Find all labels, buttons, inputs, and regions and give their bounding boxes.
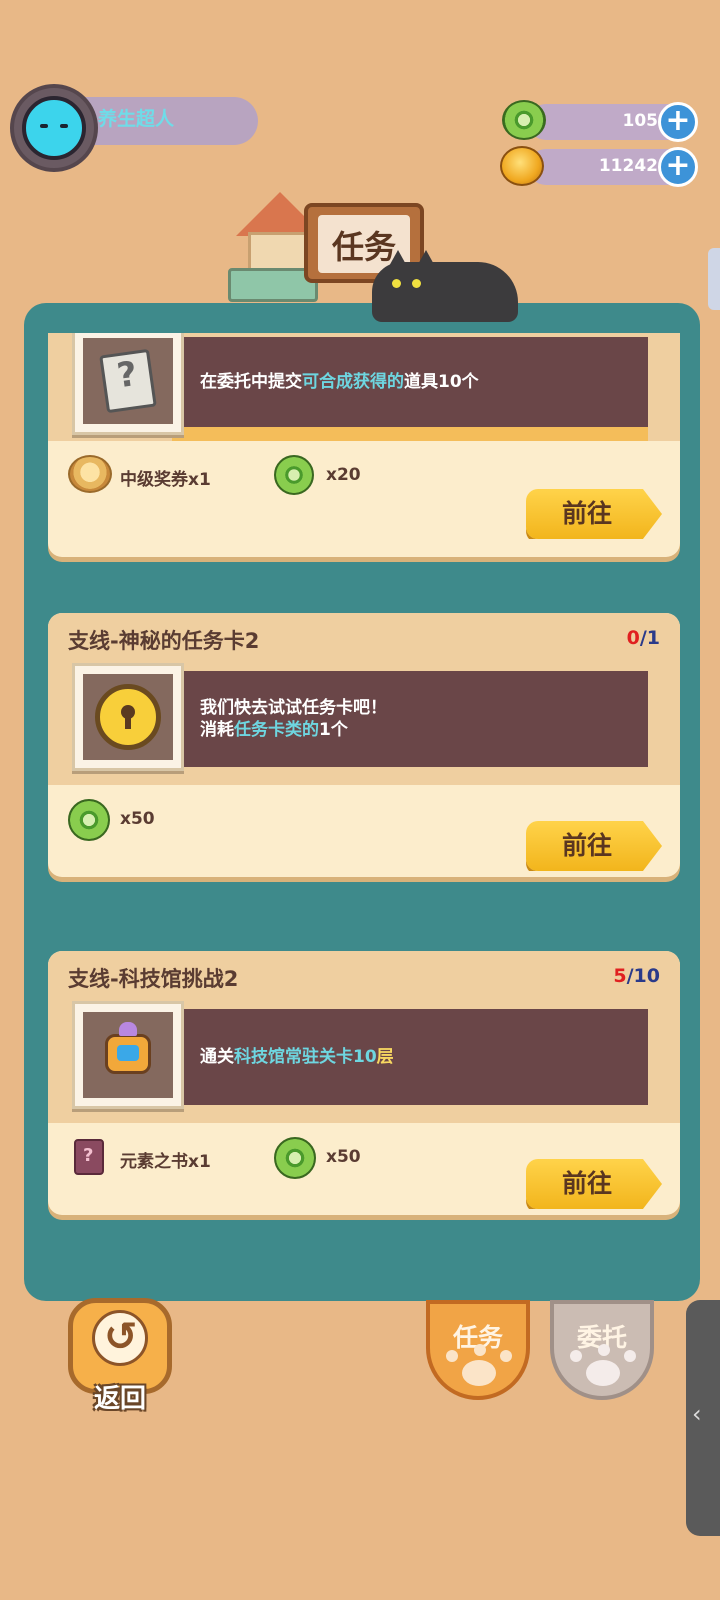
reward-label: x50 — [326, 1147, 361, 1167]
element-book-icon — [74, 1139, 104, 1175]
task-description: 通关科技馆常驻关卡10层 — [200, 1047, 394, 1067]
task-icon-frame — [72, 663, 184, 771]
ticket-icon — [68, 455, 112, 493]
robot-icon — [105, 1034, 151, 1074]
reward-label: 元素之书x1 — [120, 1152, 211, 1172]
task-description-box: 在委托中提交可合成获得的道具10个 — [180, 337, 648, 427]
task-description: 在委托中提交可合成获得的道具10个 — [200, 372, 479, 392]
cat-ear-right — [416, 250, 436, 268]
avatar[interactable] — [22, 96, 86, 160]
paw-toe — [500, 1350, 512, 1362]
cat-decoration — [372, 262, 518, 322]
paw-toe — [446, 1350, 458, 1362]
green-coin-icon — [502, 100, 546, 140]
cat-ear-left — [388, 250, 408, 268]
task-card: 支线-神秘的任务卡2 0/1 我们快去试试任务卡吧！ 消耗任务卡类的1个 x50… — [48, 613, 680, 877]
gold-coin-icon — [500, 146, 544, 186]
side-edge-decoration — [708, 248, 720, 310]
reward-label: x20 — [326, 465, 361, 485]
add-green-coin-button[interactable]: + — [658, 102, 698, 142]
tab-commission[interactable]: 委托 — [550, 1300, 654, 1400]
paw-toe — [570, 1350, 582, 1362]
reward-label: x50 — [120, 809, 155, 829]
task-progress: 5/10 — [613, 965, 660, 987]
task-title: 支线-神秘的任务卡2 — [68, 629, 260, 653]
task-description-box: 通关科技馆常驻关卡10层 — [180, 1009, 648, 1105]
reward-label: 中级奖券x1 — [120, 470, 211, 490]
mystery-card-icon: ? — [99, 348, 157, 414]
task-card: 在委托中提交可合成获得的道具10个 ? 中级奖券x1 x20 前往 — [48, 333, 680, 557]
task-icon-bg — [83, 1012, 173, 1098]
chevron-left-icon[interactable]: ‹ — [692, 1400, 702, 1428]
task-description-box: 我们快去试试任务卡吧！ 消耗任务卡类的1个 — [180, 671, 648, 767]
green-coin-value: 105 — [622, 111, 659, 131]
back-arrow-icon — [92, 1310, 148, 1366]
gold-coin-value: 11242 — [598, 156, 658, 176]
task-card: 支线-科技馆挑战2 5/10 通关科技馆常驻关卡10层 元素之书x1 x50 前… — [48, 951, 680, 1215]
green-coin-icon — [274, 455, 314, 495]
tab-tasks[interactable]: 任务 — [426, 1300, 530, 1400]
green-coin-icon — [68, 799, 110, 841]
go-button[interactable]: 前往 — [526, 1159, 662, 1209]
cat-eye-right — [412, 279, 421, 288]
task-description: 我们快去试试任务卡吧！ 消耗任务卡类的1个 — [200, 698, 387, 740]
robot-antenna — [119, 1022, 137, 1036]
paw-toe — [474, 1344, 486, 1356]
task-icon-frame: ? — [72, 333, 184, 435]
paw-toe — [598, 1344, 610, 1356]
paw-icon — [586, 1360, 620, 1386]
cat-eye-left — [392, 279, 401, 288]
paw-icon — [462, 1360, 496, 1386]
task-icon-frame — [72, 1001, 184, 1109]
go-button[interactable]: 前往 — [526, 821, 662, 871]
player-name: 养生超人 — [98, 108, 175, 130]
task-icon-bg: ? — [83, 338, 173, 424]
go-button[interactable]: 前往 — [526, 489, 662, 539]
task-icon-bg — [83, 674, 173, 760]
task-title: 支线-科技馆挑战2 — [68, 967, 239, 991]
task-list[interactable]: 在委托中提交可合成获得的道具10个 ? 中级奖券x1 x20 前往 支线-神秘的… — [24, 333, 700, 1273]
task-progress: 0/1 — [626, 627, 660, 649]
back-label: 返回 — [93, 1384, 146, 1414]
paw-toe — [624, 1350, 636, 1362]
green-coin-icon — [274, 1137, 316, 1179]
add-gold-coin-button[interactable]: + — [658, 147, 698, 187]
lock-coin-icon — [95, 684, 161, 750]
